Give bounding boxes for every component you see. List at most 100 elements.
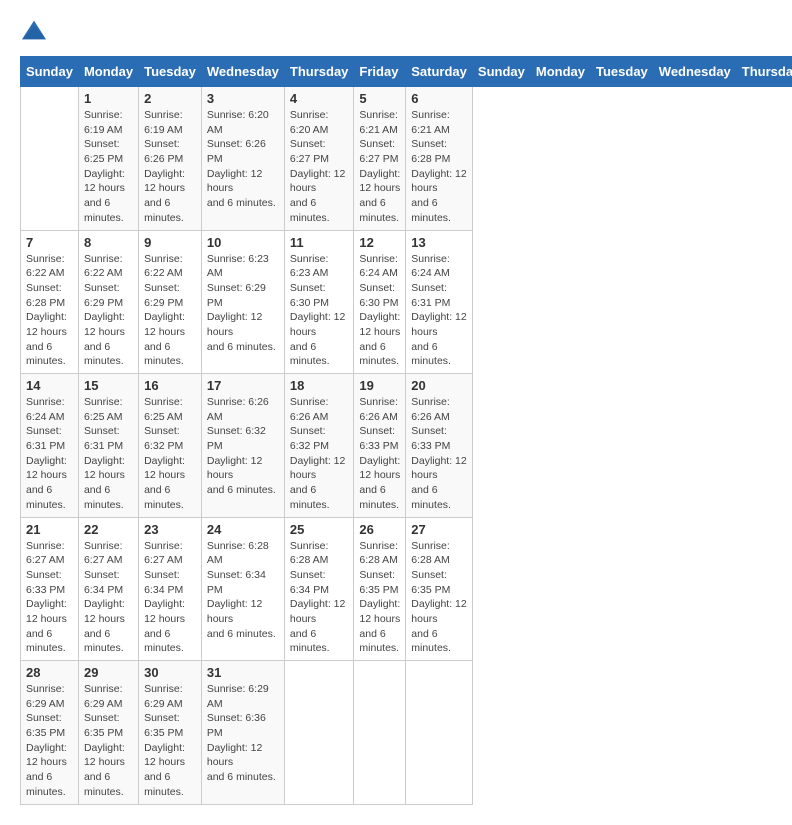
header-sunday: Sunday bbox=[472, 57, 530, 87]
day-number: 21 bbox=[26, 522, 73, 537]
calendar-cell: 9Sunrise: 6:22 AMSunset: 6:29 PMDaylight… bbox=[139, 230, 202, 374]
calendar-cell: 1Sunrise: 6:19 AMSunset: 6:25 PMDaylight… bbox=[78, 87, 138, 231]
calendar-cell: 14 Sunrise: 6:24 AMSunset: 6:31 PMDayligh… bbox=[21, 374, 79, 518]
day-info: Sunrise: 6:27 AMSunset: 6:34 PMDaylight:… bbox=[84, 539, 133, 657]
day-info: Sunrise: 6:22 AMSunset: 6:29 PMDaylight:… bbox=[84, 252, 133, 370]
day-number: 2 bbox=[144, 91, 196, 106]
day-info: Sunrise: 6:21 AMSunset: 6:27 PMDaylight:… bbox=[359, 108, 400, 226]
calendar-cell: 15 Sunrise: 6:25 AMSunset: 6:31 PMDayligh… bbox=[78, 374, 138, 518]
day-number: 20 bbox=[411, 378, 467, 393]
day-number: 22 bbox=[84, 522, 133, 537]
day-number: 23 bbox=[144, 522, 196, 537]
day-number: 9 bbox=[144, 235, 196, 250]
day-info: Sunrise: 6:26 AMSunset: 6:32 PMDaylight:… bbox=[207, 395, 279, 498]
header-tuesday: Tuesday bbox=[139, 57, 202, 87]
day-info: Sunrise: 6:25 AMSunset: 6:31 PMDaylight:… bbox=[84, 395, 133, 513]
header-wednesday: Wednesday bbox=[653, 57, 736, 87]
header-thursday: Thursday bbox=[284, 57, 354, 87]
logo-icon bbox=[22, 20, 46, 40]
calendar-cell: 5 Sunrise: 6:21 AMSunset: 6:27 PMDaylight… bbox=[354, 87, 406, 231]
calendar-cell: 20 Sunrise: 6:26 AMSunset: 6:33 PMDayligh… bbox=[406, 374, 473, 518]
calendar-cell: 6 Sunrise: 6:21 AMSunset: 6:28 PMDaylight… bbox=[406, 87, 473, 231]
logo bbox=[20, 20, 46, 40]
day-number: 16 bbox=[144, 378, 196, 393]
header-sunday: Sunday bbox=[21, 57, 79, 87]
calendar-cell bbox=[406, 661, 473, 805]
day-number: 5 bbox=[359, 91, 400, 106]
day-info: Sunrise: 6:19 AMSunset: 6:26 PMDaylight:… bbox=[144, 108, 196, 226]
day-info: Sunrise: 6:29 AMSunset: 6:35 PMDaylight:… bbox=[84, 682, 133, 800]
calendar-week-row: 7 Sunrise: 6:22 AMSunset: 6:28 PMDaylight… bbox=[21, 230, 792, 374]
day-info: Sunrise: 6:26 AMSunset: 6:33 PMDaylight:… bbox=[411, 395, 467, 513]
calendar-cell: 2 Sunrise: 6:19 AMSunset: 6:26 PMDaylight… bbox=[139, 87, 202, 231]
header-friday: Friday bbox=[354, 57, 406, 87]
calendar-cell: 11Sunrise: 6:23 AMSunset: 6:30 PMDayligh… bbox=[284, 230, 354, 374]
day-info: Sunrise: 6:21 AMSunset: 6:28 PMDaylight:… bbox=[411, 108, 467, 226]
page-header bbox=[20, 20, 772, 40]
day-number: 30 bbox=[144, 665, 196, 680]
day-number: 28 bbox=[26, 665, 73, 680]
day-number: 4 bbox=[290, 91, 349, 106]
calendar-cell: 25Sunrise: 6:28 AMSunset: 6:34 PMDayligh… bbox=[284, 517, 354, 661]
day-number: 1 bbox=[84, 91, 133, 106]
header-thursday: Thursday bbox=[736, 57, 792, 87]
day-info: Sunrise: 6:24 AMSunset: 6:31 PMDaylight:… bbox=[26, 395, 73, 513]
day-number: 3 bbox=[207, 91, 279, 106]
day-number: 27 bbox=[411, 522, 467, 537]
day-info: Sunrise: 6:29 AMSunset: 6:35 PMDaylight:… bbox=[26, 682, 73, 800]
day-number: 14 bbox=[26, 378, 73, 393]
day-number: 13 bbox=[411, 235, 467, 250]
day-number: 15 bbox=[84, 378, 133, 393]
calendar-cell: 10 Sunrise: 6:23 AMSunset: 6:29 PMDayligh… bbox=[201, 230, 284, 374]
calendar-cell: 19Sunrise: 6:26 AMSunset: 6:33 PMDayligh… bbox=[354, 374, 406, 518]
day-number: 29 bbox=[84, 665, 133, 680]
day-number: 7 bbox=[26, 235, 73, 250]
calendar-cell: 28 Sunrise: 6:29 AMSunset: 6:35 PMDayligh… bbox=[21, 661, 79, 805]
day-info: Sunrise: 6:28 AMSunset: 6:35 PMDaylight:… bbox=[359, 539, 400, 657]
day-number: 17 bbox=[207, 378, 279, 393]
calendar-table: SundayMondayTuesdayWednesdayThursdayFrid… bbox=[20, 56, 792, 805]
calendar-week-row: 21 Sunrise: 6:27 AMSunset: 6:33 PMDayligh… bbox=[21, 517, 792, 661]
calendar-cell: 23 Sunrise: 6:27 AMSunset: 6:34 PMDayligh… bbox=[139, 517, 202, 661]
day-info: Sunrise: 6:26 AMSunset: 6:32 PMDaylight:… bbox=[290, 395, 349, 513]
calendar-cell: 18 Sunrise: 6:26 AMSunset: 6:32 PMDayligh… bbox=[284, 374, 354, 518]
day-info: Sunrise: 6:22 AMSunset: 6:28 PMDaylight:… bbox=[26, 252, 73, 370]
day-info: Sunrise: 6:23 AMSunset: 6:29 PMDaylight:… bbox=[207, 252, 279, 355]
day-info: Sunrise: 6:26 AMSunset: 6:33 PMDaylight:… bbox=[359, 395, 400, 513]
header-monday: Monday bbox=[530, 57, 590, 87]
header-saturday: Saturday bbox=[406, 57, 473, 87]
calendar-cell: 26 Sunrise: 6:28 AMSunset: 6:35 PMDayligh… bbox=[354, 517, 406, 661]
day-info: Sunrise: 6:24 AMSunset: 6:31 PMDaylight:… bbox=[411, 252, 467, 370]
day-number: 24 bbox=[207, 522, 279, 537]
calendar-cell: 21 Sunrise: 6:27 AMSunset: 6:33 PMDayligh… bbox=[21, 517, 79, 661]
header-tuesday: Tuesday bbox=[591, 57, 654, 87]
day-number: 6 bbox=[411, 91, 467, 106]
calendar-cell: 17 Sunrise: 6:26 AMSunset: 6:32 PMDayligh… bbox=[201, 374, 284, 518]
calendar-cell: 31Sunrise: 6:29 AMSunset: 6:36 PMDayligh… bbox=[201, 661, 284, 805]
calendar-cell: 8 Sunrise: 6:22 AMSunset: 6:29 PMDaylight… bbox=[78, 230, 138, 374]
calendar-cell bbox=[284, 661, 354, 805]
day-number: 8 bbox=[84, 235, 133, 250]
day-info: Sunrise: 6:29 AMSunset: 6:35 PMDaylight:… bbox=[144, 682, 196, 800]
calendar-cell bbox=[21, 87, 79, 231]
calendar-cell: 29 Sunrise: 6:29 AMSunset: 6:35 PMDayligh… bbox=[78, 661, 138, 805]
day-number: 11 bbox=[290, 235, 349, 250]
calendar-header-row: SundayMondayTuesdayWednesdayThursdayFrid… bbox=[21, 57, 792, 87]
day-info: Sunrise: 6:28 AMSunset: 6:35 PMDaylight:… bbox=[411, 539, 467, 657]
day-number: 12 bbox=[359, 235, 400, 250]
day-info: Sunrise: 6:25 AMSunset: 6:32 PMDaylight:… bbox=[144, 395, 196, 513]
day-info: Sunrise: 6:27 AMSunset: 6:34 PMDaylight:… bbox=[144, 539, 196, 657]
day-info: Sunrise: 6:27 AMSunset: 6:33 PMDaylight:… bbox=[26, 539, 73, 657]
calendar-cell bbox=[354, 661, 406, 805]
calendar-cell: 7 Sunrise: 6:22 AMSunset: 6:28 PMDaylight… bbox=[21, 230, 79, 374]
day-number: 18 bbox=[290, 378, 349, 393]
calendar-cell: 27 Sunrise: 6:28 AMSunset: 6:35 PMDayligh… bbox=[406, 517, 473, 661]
calendar-cell: 3Sunrise: 6:20 AMSunset: 6:26 PMDaylight… bbox=[201, 87, 284, 231]
calendar-cell: 30 Sunrise: 6:29 AMSunset: 6:35 PMDayligh… bbox=[139, 661, 202, 805]
calendar-cell: 24Sunrise: 6:28 AMSunset: 6:34 PMDayligh… bbox=[201, 517, 284, 661]
calendar-cell: 22 Sunrise: 6:27 AMSunset: 6:34 PMDayligh… bbox=[78, 517, 138, 661]
day-number: 10 bbox=[207, 235, 279, 250]
day-number: 26 bbox=[359, 522, 400, 537]
calendar-cell: 12Sunrise: 6:24 AMSunset: 6:30 PMDayligh… bbox=[354, 230, 406, 374]
day-info: Sunrise: 6:29 AMSunset: 6:36 PMDaylight:… bbox=[207, 682, 279, 785]
